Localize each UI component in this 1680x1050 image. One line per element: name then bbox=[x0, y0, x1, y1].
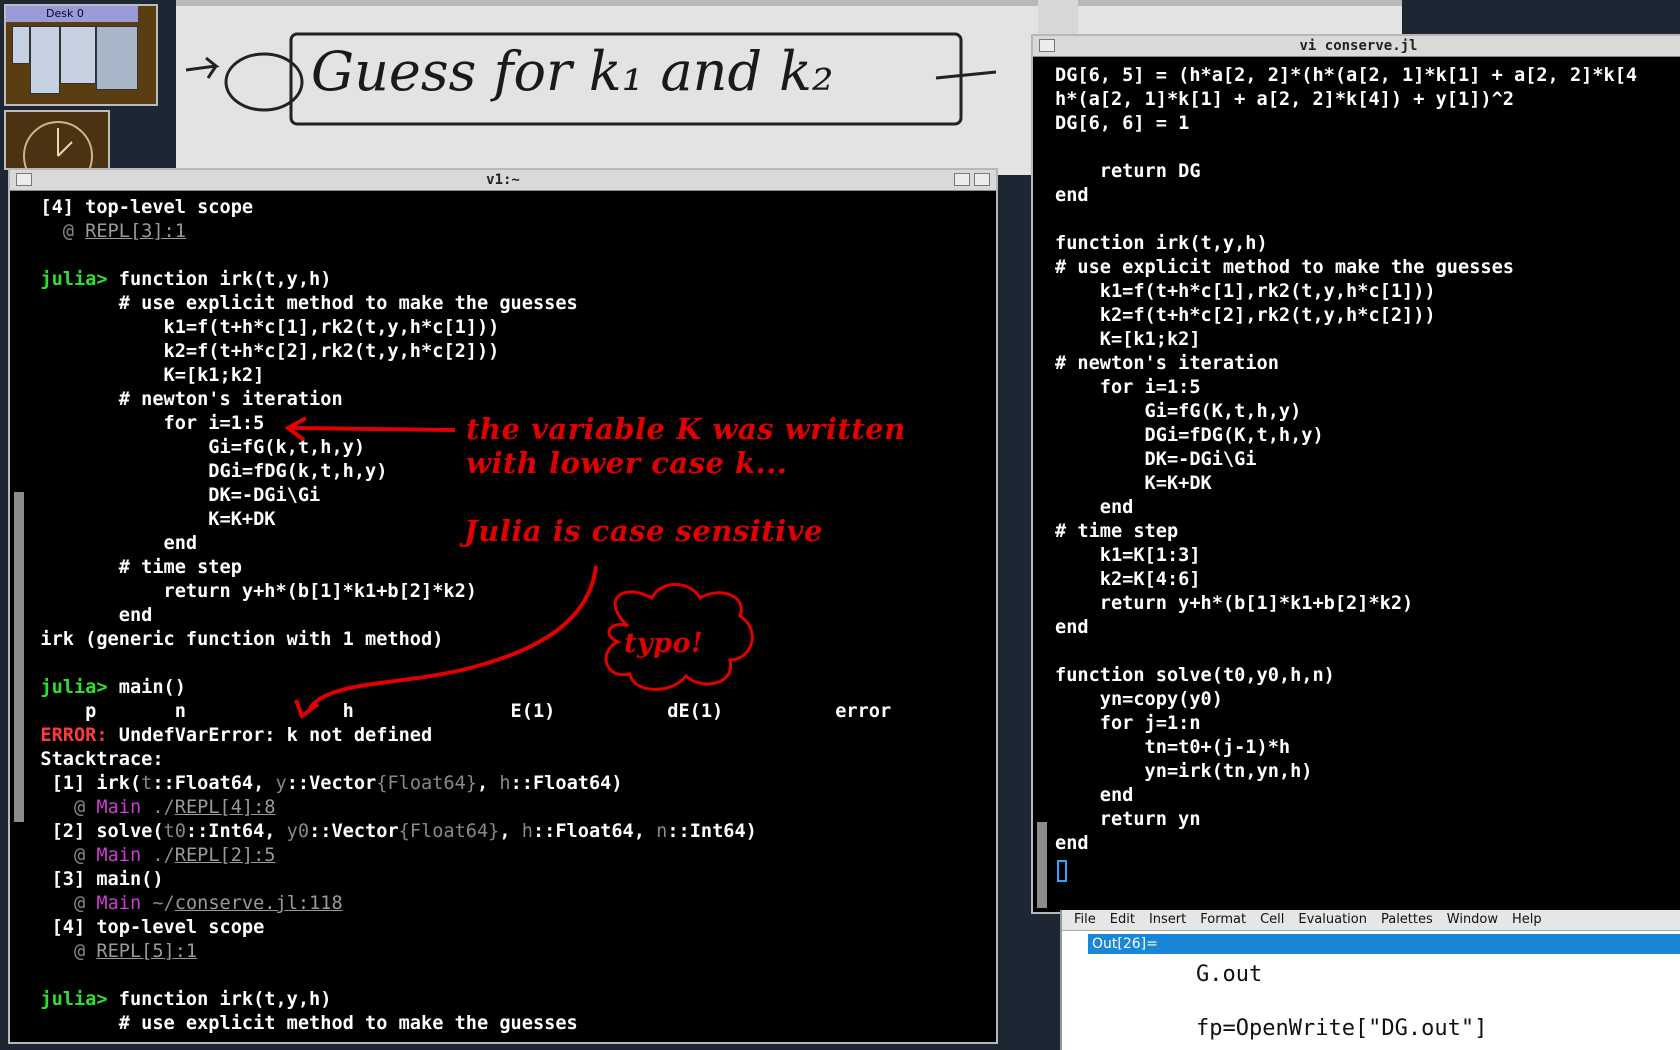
annotation-note: with lower case k... bbox=[466, 446, 788, 480]
annotation-note: Julia is case sensitive bbox=[464, 514, 823, 548]
annotation-strokes bbox=[284, 416, 754, 720]
annotation-note: typo! bbox=[624, 628, 704, 659]
annotation-note: the variable K was written bbox=[466, 412, 906, 446]
